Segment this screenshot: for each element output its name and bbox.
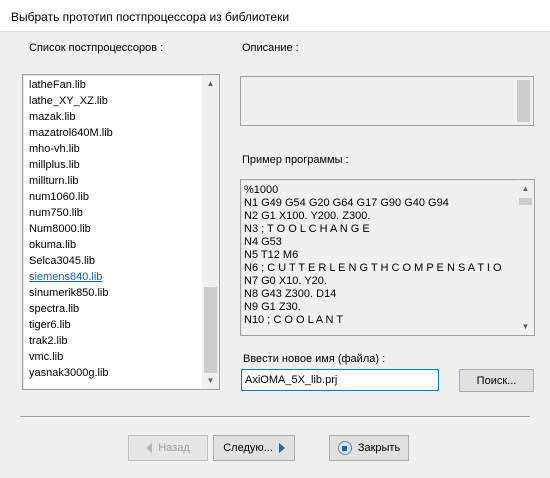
filename-label: Ввести новое имя (файла) :	[243, 353, 386, 365]
list-item[interactable]: trak2.lib	[29, 333, 201, 349]
list-item[interactable]: lathe_XY_XZ.lib	[29, 93, 201, 109]
list-label: Список постпроцессоров :	[29, 42, 164, 54]
sample-label: Пример программы :	[242, 154, 349, 166]
code-line: N7 G0 X10. Y20.	[244, 275, 327, 287]
next-button[interactable]: Следую...	[213, 435, 295, 461]
list-item[interactable]: spectra.lib	[29, 301, 201, 317]
browse-button[interactable]: Поиск...	[459, 369, 534, 392]
list-item[interactable]: num1060.lib	[29, 189, 201, 205]
description-box	[240, 76, 534, 126]
list-item[interactable]: Selca3045.lib	[29, 253, 201, 269]
list-item[interactable]: Num8000.lib	[29, 221, 201, 237]
close-button[interactable]: Закрыть	[329, 435, 409, 461]
filename-input[interactable]	[241, 369, 439, 391]
sample-code-box[interactable]: %1000 N1 G49 G54 G20 G64 G17 G90 G40 G94 N…	[240, 179, 535, 336]
bottom-separator	[20, 416, 530, 418]
list-item[interactable]: vmc.lib	[29, 349, 201, 365]
list-item[interactable]: millturn.lib	[29, 173, 201, 189]
code-line: N4 G53	[244, 236, 282, 248]
sample-scroll-thumb[interactable]	[519, 198, 532, 205]
browse-button-label: Поиск...	[476, 374, 517, 387]
arrow-left-icon	[146, 443, 153, 453]
list-item[interactable]: okuma.lib	[29, 237, 201, 253]
list-item[interactable]: latheFan.lib	[29, 77, 201, 93]
code-line: N2 G1 X100. Y200. Z300.	[244, 210, 371, 222]
sample-scroll-down-icon[interactable]: ▼	[517, 318, 534, 335]
list-scroll-thumb[interactable]	[204, 287, 217, 373]
back-button-label: Назад	[158, 442, 190, 454]
list-item[interactable]: num750.lib	[29, 205, 201, 221]
list-item[interactable]: millplus.lib	[29, 157, 201, 173]
list-items: latheFan.lib lathe_XY_XZ.lib mazak.lib maza…	[29, 77, 201, 381]
list-item[interactable]: mazak.lib	[29, 109, 201, 125]
code-line: N8 G43 Z300. D14	[244, 288, 337, 300]
sample-scrollbar[interactable]: ▲ ▼	[517, 180, 534, 335]
sample-scroll-up-icon[interactable]: ▲	[517, 180, 534, 197]
scroll-down-icon[interactable]: ▼	[202, 372, 219, 389]
back-button[interactable]: Назад	[128, 435, 208, 461]
description-scroll-thumb	[517, 80, 530, 122]
close-button-label: Закрыть	[357, 442, 401, 454]
list-item[interactable]: mho-vh.lib	[29, 141, 201, 157]
code-line: N6 ; C U T T E R L E N G T H C O M P E N…	[244, 262, 502, 274]
code-line: N5 T12 M6	[244, 249, 299, 261]
list-item[interactable]: sinumerik850.lib	[29, 285, 201, 301]
arrow-right-icon	[278, 443, 285, 453]
list-item[interactable]: siemens840.lib	[29, 269, 201, 285]
stop-icon	[337, 441, 352, 455]
code-line: N9 G1 Z30.	[244, 301, 301, 313]
title-bar: Выбрать прототип постпроцессора из библи…	[0, 0, 550, 32]
list-item[interactable]: tiger6.lib	[29, 317, 201, 333]
window-title: Выбрать прототип постпроцессора из библи…	[11, 10, 290, 24]
description-label: Описание :	[242, 42, 299, 54]
code-line: N3 ; T O O L C H A N G E	[244, 223, 370, 235]
code-line: %1000	[244, 184, 279, 196]
list-scrollbar[interactable]: ▲ ▼	[202, 75, 219, 389]
code-line: N10 ; C O O L A N T	[244, 314, 344, 326]
sample-code: %1000 N1 G49 G54 G20 G64 G17 G90 G40 G94 N…	[244, 184, 515, 327]
scroll-up-icon[interactable]: ▲	[202, 75, 219, 92]
postprocessor-list[interactable]: latheFan.lib lathe_XY_XZ.lib mazak.lib maza…	[22, 74, 220, 390]
list-item[interactable]: yasnak3000g.lib	[29, 365, 201, 381]
next-button-label: Следую...	[223, 442, 273, 454]
list-item[interactable]: mazatrol640M.lib	[29, 125, 201, 141]
code-line: N1 G49 G54 G20 G64 G17 G90 G40 G94	[244, 197, 449, 209]
